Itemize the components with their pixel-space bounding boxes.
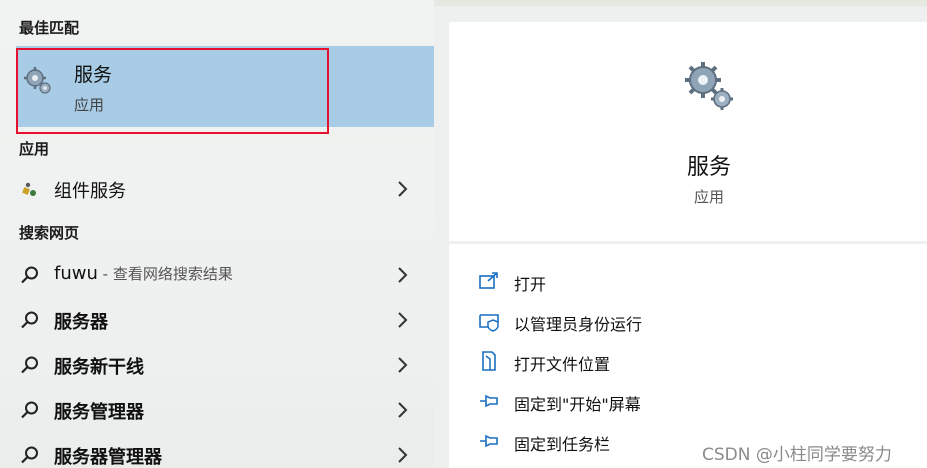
detail-subtitle: 应用 [693, 188, 724, 206]
app-item-label: 组件服务 [54, 181, 126, 202]
detail-title: 服务 [686, 155, 731, 180]
app-item-component-services[interactable]: 组件服务 [0, 167, 434, 211]
web-result-label: 服务新干线 [54, 357, 144, 378]
pin-icon [480, 434, 498, 448]
web-result-server-manager[interactable]: 服务器管理器 [0, 433, 434, 468]
chevron-right-icon[interactable] [396, 401, 408, 419]
search-icon [21, 401, 38, 419]
gears-icon [24, 67, 51, 94]
action-label: 打开文件位置 [514, 355, 611, 374]
action-run-as-admin[interactable]: 以管理员身份运行 [478, 306, 918, 336]
search-icon [21, 446, 38, 464]
web-result-service-manager[interactable]: 服务管理器 [0, 388, 434, 432]
search-icon [21, 266, 38, 284]
detail-header-card [449, 22, 927, 241]
web-result-label: fuwu - 查看网络搜索结果 [54, 263, 233, 284]
shield-icon [479, 314, 499, 332]
section-apps: 应用 [19, 140, 50, 158]
web-result-server[interactable]: 服务器 [0, 298, 434, 342]
gears-icon [685, 62, 733, 110]
web-result-hint: - 查看网络搜索结果 [97, 265, 233, 283]
action-label: 固定到任务栏 [514, 435, 611, 454]
file-location-icon [482, 351, 496, 371]
web-result-label: 服务管理器 [54, 402, 144, 423]
search-icon [21, 311, 38, 329]
action-label: 固定到"开始"屏幕 [514, 395, 641, 414]
action-pin-to-start[interactable]: 固定到"开始"屏幕 [478, 386, 918, 416]
component-services-icon [22, 182, 36, 196]
chevron-right-icon[interactable] [396, 266, 408, 284]
search-icon [21, 356, 38, 374]
action-label: 以管理员身份运行 [514, 315, 643, 334]
web-result-service-trunk[interactable]: 服务新干线 [0, 343, 434, 387]
section-best-match: 最佳匹配 [19, 19, 80, 37]
action-open[interactable]: 打开 [478, 266, 918, 296]
web-result-label: 服务器管理器 [54, 447, 162, 468]
web-result-label: 服务器 [54, 312, 108, 333]
action-label: 打开 [514, 275, 547, 294]
section-web-search: 搜索网页 [19, 224, 80, 242]
chevron-right-icon[interactable] [396, 311, 408, 329]
pin-icon [480, 394, 498, 408]
highlight-box [16, 48, 329, 134]
chevron-right-icon[interactable] [396, 356, 408, 374]
action-open-file-location[interactable]: 打开文件位置 [478, 346, 918, 376]
chevron-right-icon[interactable] [396, 446, 408, 464]
open-icon [479, 272, 498, 289]
best-match-title: 服务 [74, 64, 113, 86]
best-match-subtitle: 应用 [74, 96, 105, 114]
chevron-right-icon[interactable] [396, 180, 408, 198]
web-result-fuwu[interactable]: fuwu - 查看网络搜索结果 [0, 253, 434, 297]
watermark: CSDN @小柱同学要努力 [702, 445, 892, 465]
